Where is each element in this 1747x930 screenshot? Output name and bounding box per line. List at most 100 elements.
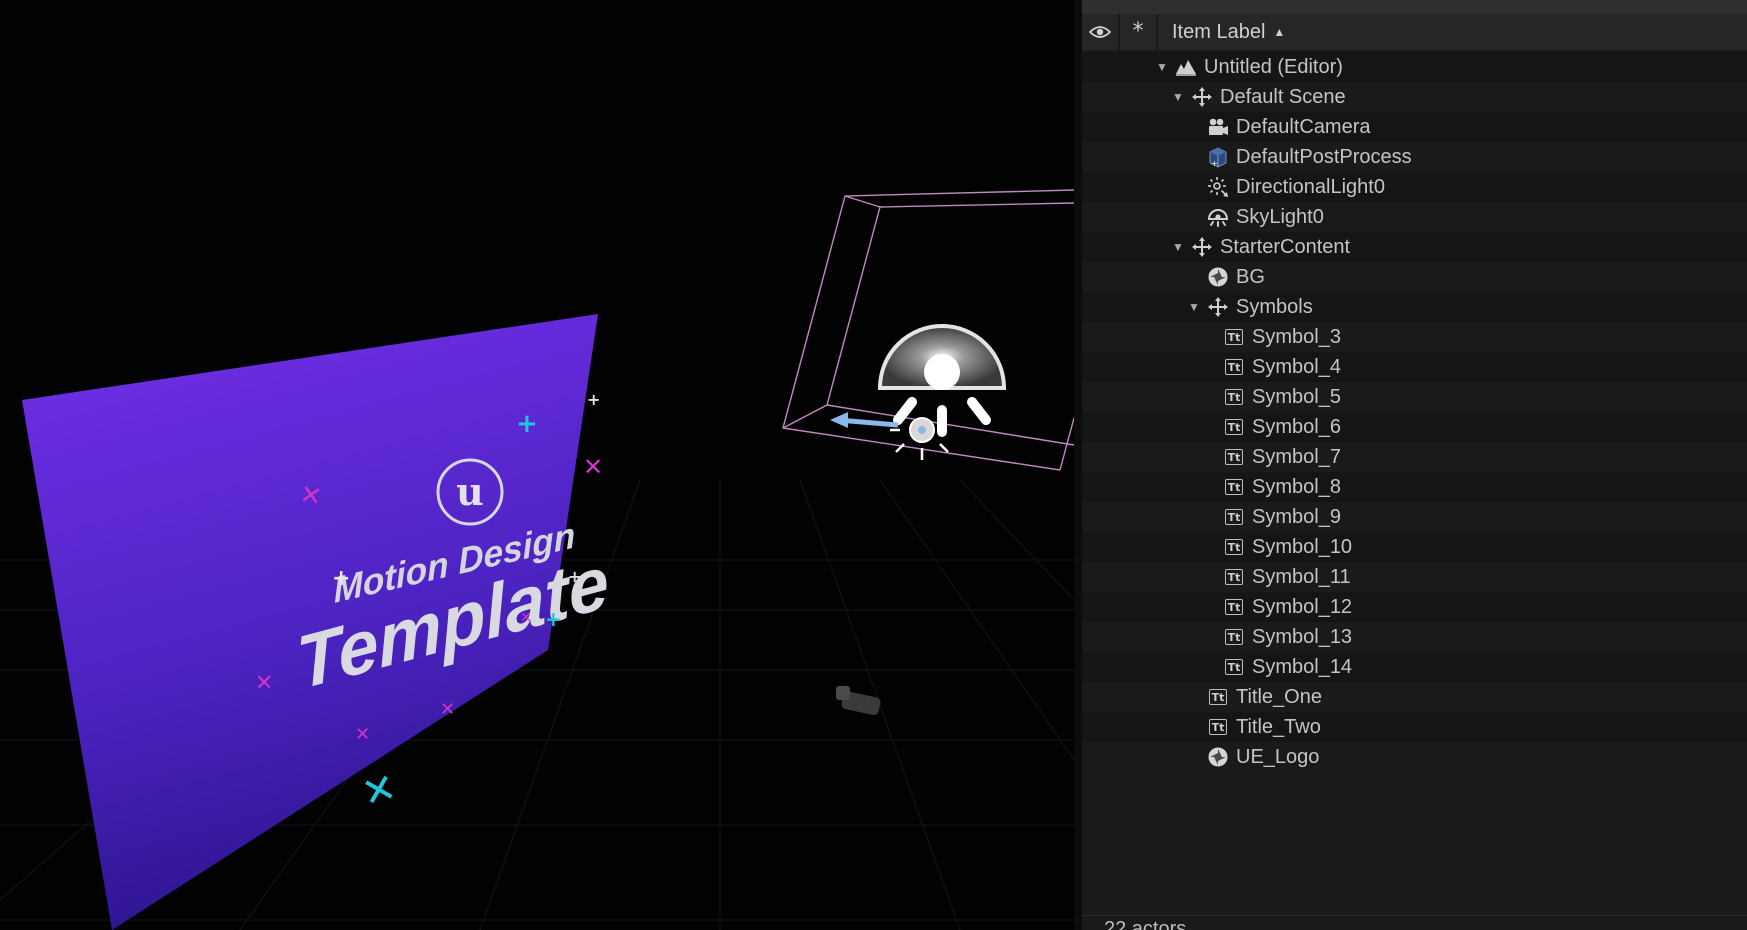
text-actor-icon: Tt	[1222, 355, 1246, 379]
expand-arrow-icon[interactable]: ▼	[1170, 239, 1186, 255]
sort-ascending-icon[interactable]: ▲	[1273, 25, 1285, 39]
text-actor-icon: Tt	[1206, 715, 1230, 739]
outliner-item-label: Symbol_6	[1252, 415, 1341, 438]
pin-column-header[interactable]: *	[1120, 14, 1158, 50]
outliner-item-symbol-5[interactable]: Tt Symbol_5	[1082, 382, 1747, 412]
outliner-item-bg[interactable]: BG	[1082, 262, 1747, 292]
outliner-item-defaultcamera[interactable]: DefaultCamera	[1082, 112, 1747, 142]
static-mesh-icon	[1206, 265, 1230, 289]
outliner-item-ue-logo[interactable]: UE_Logo	[1082, 742, 1747, 772]
ue-logo-letter: u	[456, 469, 484, 514]
directional-light-icon	[1206, 175, 1230, 199]
outliner-item-symbol-12[interactable]: Tt Symbol_12	[1082, 592, 1747, 622]
outliner-item-label: Default Scene	[1220, 85, 1346, 108]
text-actor-icon: Tt	[1222, 445, 1246, 469]
outliner-item-untitled-editor[interactable]: ▼ Untitled (Editor)	[1082, 52, 1747, 82]
outliner-item-label: Untitled (Editor)	[1204, 55, 1343, 78]
folder-actor-icon	[1190, 235, 1214, 259]
outliner-item-symbols[interactable]: ▼ Symbols	[1082, 292, 1747, 322]
outliner-item-symbol-3[interactable]: Tt Symbol_3	[1082, 322, 1747, 352]
outliner-item-startercontent[interactable]: ▼ StarterContent	[1082, 232, 1747, 262]
outliner-item-label: DefaultPostProcess	[1236, 145, 1412, 168]
folder-actor-icon	[1190, 85, 1214, 109]
directional-light-gizmo[interactable]	[830, 412, 949, 460]
outliner-item-label: Symbol_8	[1252, 475, 1341, 498]
static-mesh-icon	[1206, 745, 1230, 769]
symbol-x-mark: ✕	[440, 699, 455, 720]
outliner-item-title-two[interactable]: Tt Title_Two	[1082, 712, 1747, 742]
outliner-item-label: Symbol_12	[1252, 595, 1353, 618]
svg-text:+: +	[1211, 159, 1218, 168]
outliner-item-symbol-4[interactable]: Tt Symbol_4	[1082, 352, 1747, 382]
symbol-x-mark: ✕	[255, 671, 273, 696]
symbol-x-mark: ✕	[583, 453, 603, 481]
outliner-tree[interactable]: ▼ Untitled (Editor) ▼ Default Scene DefaultC…	[1082, 52, 1747, 772]
sky-light-icon	[1206, 205, 1230, 229]
symbol-x-mark: ✕	[355, 724, 370, 745]
outliner-item-label: Symbols	[1236, 295, 1313, 318]
text-actor-icon: Tt	[1222, 325, 1246, 349]
outliner-item-label: Symbol_10	[1252, 535, 1353, 558]
outliner-item-label: Title_One	[1236, 685, 1322, 708]
outliner-item-label: Symbol_13	[1252, 625, 1353, 648]
actor-count: 22 actors	[1104, 918, 1187, 930]
outliner-item-defaultpostprocess[interactable]: + DefaultPostProcess	[1082, 142, 1747, 172]
outliner-item-default-scene[interactable]: ▼ Default Scene	[1082, 82, 1747, 112]
outliner-panel: * Item Label ▲ ▼ Untitled (Editor) ▼ Defaul…	[1082, 0, 1747, 930]
text-actor-icon: Tt	[1222, 415, 1246, 439]
outliner-item-symbol-13[interactable]: Tt Symbol_13	[1082, 622, 1747, 652]
outliner-item-directionallight0[interactable]: DirectionalLight0	[1082, 172, 1747, 202]
outliner-item-label: StarterContent	[1220, 235, 1351, 258]
outliner-item-label: SkyLight0	[1236, 205, 1324, 228]
expand-arrow-icon[interactable]: ▼	[1186, 299, 1202, 315]
expand-arrow-icon[interactable]: ▼	[1170, 89, 1186, 105]
outliner-item-symbol-14[interactable]: Tt Symbol_14	[1082, 652, 1747, 682]
symbol-plus-mark: +	[568, 567, 581, 586]
expand-arrow-icon[interactable]: ▼	[1154, 59, 1170, 75]
text-actor-icon: Tt	[1222, 385, 1246, 409]
text-actor-icon: Tt	[1222, 625, 1246, 649]
text-actor-icon: Tt	[1222, 535, 1246, 559]
outliner-item-label: Title_Two	[1236, 715, 1321, 738]
level-viewport[interactable]: u Motion Design Template ✕ + ✕ + + + + ✕…	[0, 0, 1074, 930]
outliner-item-label: Symbol_3	[1252, 325, 1341, 348]
item-label-header-text: Item Label	[1172, 20, 1266, 43]
panel-splitter[interactable]	[1074, 0, 1082, 930]
text-actor-icon: Tt	[1206, 685, 1230, 709]
outliner-item-symbol-6[interactable]: Tt Symbol_6	[1082, 412, 1747, 442]
symbol-plus-mark: +	[516, 409, 538, 439]
outliner-item-title-one[interactable]: Tt Title_One	[1082, 682, 1747, 712]
outliner-header: * Item Label ▲	[1082, 0, 1747, 50]
outliner-item-label: DefaultCamera	[1236, 115, 1371, 138]
text-actor-icon: Tt	[1222, 565, 1246, 589]
visibility-column-header[interactable]	[1082, 14, 1120, 50]
outliner-footer: 22 actors	[1082, 915, 1747, 930]
outliner-item-symbol-7[interactable]: Tt Symbol_7	[1082, 442, 1747, 472]
outliner-item-symbol-8[interactable]: Tt Symbol_8	[1082, 472, 1747, 502]
outliner-item-label: Symbol_7	[1252, 445, 1341, 468]
viewport-scene[interactable]: u Motion Design Template ✕ + ✕ + + + + ✕…	[0, 0, 1074, 930]
outliner-item-label: BG	[1236, 265, 1265, 288]
sky-light-gizmo[interactable]	[877, 324, 1007, 437]
outliner-item-label: Symbol_4	[1252, 355, 1341, 378]
symbol-star-mark: +	[587, 390, 600, 409]
post-process-icon: +	[1206, 145, 1230, 169]
symbol-x-mark: ✕	[357, 764, 401, 817]
symbol-plus-mark: +	[332, 566, 350, 591]
outliner-item-label: DirectionalLight0	[1236, 175, 1385, 198]
text-actor-icon: Tt	[1222, 595, 1246, 619]
outliner-item-label: UE_Logo	[1236, 745, 1320, 768]
outliner-item-symbol-11[interactable]: Tt Symbol_11	[1082, 562, 1747, 592]
outliner-item-label: Symbol_9	[1252, 505, 1341, 528]
outliner-item-label: Symbol_11	[1252, 565, 1351, 588]
outliner-item-label: Symbol_5	[1252, 385, 1341, 408]
outliner-item-symbol-10[interactable]: Tt Symbol_10	[1082, 532, 1747, 562]
outliner-item-skylight0[interactable]: SkyLight0	[1082, 202, 1747, 232]
asterisk-icon: *	[1132, 19, 1144, 44]
world-icon	[1174, 55, 1198, 79]
text-actor-icon: Tt	[1222, 505, 1246, 529]
item-label-column-header[interactable]: Item Label ▲	[1158, 14, 1747, 50]
outliner-item-label: Symbol_14	[1252, 655, 1353, 678]
outliner-item-symbol-9[interactable]: Tt Symbol_9	[1082, 502, 1747, 532]
eye-icon	[1089, 26, 1111, 38]
